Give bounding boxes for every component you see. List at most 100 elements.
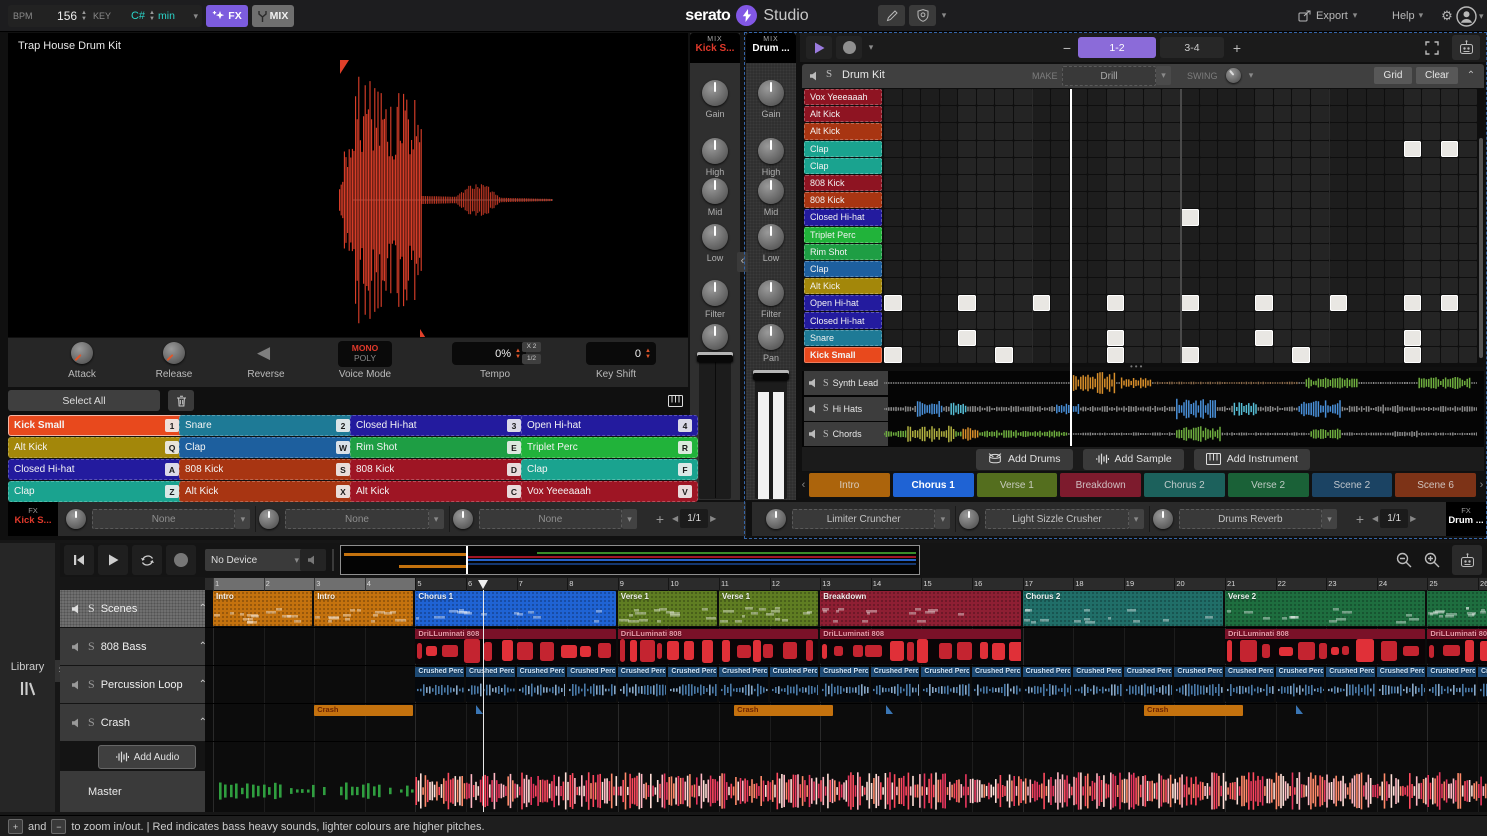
step-13-24[interactable] bbox=[1330, 312, 1348, 328]
step-14-20[interactable] bbox=[1255, 330, 1273, 346]
step-10-18[interactable] bbox=[1218, 261, 1236, 277]
step-4-31[interactable] bbox=[1459, 158, 1477, 174]
step-10-14[interactable] bbox=[1144, 261, 1162, 277]
step-2-12[interactable] bbox=[1107, 123, 1125, 139]
clip-perc-21[interactable]: Crushed Perc bbox=[1478, 667, 1487, 702]
fx-slot-caret[interactable]: ▾ bbox=[1129, 509, 1144, 529]
fx-knob-1[interactable] bbox=[766, 509, 786, 529]
step-5-28[interactable] bbox=[1404, 175, 1422, 191]
step-5-1[interactable] bbox=[903, 175, 921, 191]
step-0-3[interactable] bbox=[940, 89, 958, 105]
step-14-13[interactable] bbox=[1125, 330, 1143, 346]
step-7-6[interactable] bbox=[995, 209, 1013, 225]
step-11-6[interactable] bbox=[995, 278, 1013, 294]
step-9-3[interactable] bbox=[940, 244, 958, 260]
crash-fade-marker-2[interactable] bbox=[1296, 705, 1303, 714]
step-1-17[interactable] bbox=[1200, 106, 1218, 122]
timeline-ruler[interactable]: 1234567891011121314151617181920212223242… bbox=[205, 578, 1487, 590]
step-8-11[interactable] bbox=[1088, 227, 1106, 243]
step-4-17[interactable] bbox=[1200, 158, 1218, 174]
step-5-24[interactable] bbox=[1330, 175, 1348, 191]
pad-triplet-perc-R[interactable]: Triplet PercR bbox=[521, 437, 698, 458]
step-0-13[interactable] bbox=[1125, 89, 1143, 105]
seq-row-label-vox-yeeeaaah-0[interactable]: Vox Yeeeaaah bbox=[804, 89, 882, 105]
step-3-27[interactable] bbox=[1385, 141, 1403, 157]
tempo-value[interactable]: 0% bbox=[495, 348, 511, 360]
song-overview-minimap[interactable] bbox=[340, 545, 920, 575]
step-7-20[interactable] bbox=[1255, 209, 1273, 225]
step-13-27[interactable] bbox=[1385, 312, 1403, 328]
step-5-29[interactable] bbox=[1422, 175, 1440, 191]
step-11-5[interactable] bbox=[977, 278, 995, 294]
step-10-7[interactable] bbox=[1014, 261, 1032, 277]
add-instrument-button[interactable]: Add Instrument bbox=[1194, 449, 1310, 470]
attack-knob[interactable] bbox=[71, 342, 93, 364]
clip-scene-breakdown-5[interactable]: Breakdown bbox=[820, 591, 1020, 626]
assistant-button[interactable] bbox=[1452, 35, 1480, 60]
account-menu[interactable]: ▾ bbox=[1456, 4, 1486, 28]
pad-alt-kick-C[interactable]: Alt KickC bbox=[350, 481, 527, 502]
drumkit-solo-button[interactable]: S bbox=[826, 68, 832, 80]
step-13-1[interactable] bbox=[903, 312, 921, 328]
export-menu[interactable]: Export▾ bbox=[1298, 0, 1386, 31]
step-7-31[interactable] bbox=[1459, 209, 1477, 225]
step-0-22[interactable] bbox=[1292, 89, 1310, 105]
step-8-16[interactable] bbox=[1181, 227, 1199, 243]
seq-row-label-triplet-perc-8[interactable]: Triplet Perc bbox=[804, 227, 882, 243]
step-0-1[interactable] bbox=[903, 89, 921, 105]
track-header-percussion-loop[interactable]: SPercussion Loop⌃ bbox=[60, 666, 217, 703]
step-12-12[interactable] bbox=[1107, 295, 1125, 311]
step-5-18[interactable] bbox=[1218, 175, 1236, 191]
step-9-21[interactable] bbox=[1274, 244, 1292, 260]
step-13-5[interactable] bbox=[977, 312, 995, 328]
step-15-23[interactable] bbox=[1311, 347, 1329, 363]
step-3-22[interactable] bbox=[1292, 141, 1310, 157]
seq-row-label-closed-hi-hat-13[interactable]: Closed Hi-hat bbox=[804, 312, 882, 328]
step-6-23[interactable] bbox=[1311, 192, 1329, 208]
clip-perc-5[interactable]: Crushed Perc bbox=[668, 667, 717, 702]
library-panel[interactable]: Library bbox=[0, 543, 55, 812]
make-style-dropdown[interactable]: Drill bbox=[1062, 66, 1156, 86]
step-12-27[interactable] bbox=[1385, 295, 1403, 311]
step-13-17[interactable] bbox=[1200, 312, 1218, 328]
deck-waveform-chords[interactable] bbox=[884, 422, 1477, 446]
step-6-22[interactable] bbox=[1292, 192, 1310, 208]
drumkit-mute-button[interactable] bbox=[810, 71, 820, 81]
step-4-9[interactable] bbox=[1051, 158, 1069, 174]
step-7-28[interactable] bbox=[1404, 209, 1422, 225]
pattern-page-1-2[interactable]: 1-2 bbox=[1078, 37, 1156, 58]
select-all-button[interactable]: Select All bbox=[8, 390, 160, 411]
step-11-10[interactable] bbox=[1070, 278, 1088, 294]
step-12-3[interactable] bbox=[940, 295, 958, 311]
step-13-18[interactable] bbox=[1218, 312, 1236, 328]
step-7-10[interactable] bbox=[1070, 209, 1088, 225]
deck-waveform-hi-hats[interactable] bbox=[884, 397, 1477, 421]
step-13-26[interactable] bbox=[1367, 312, 1385, 328]
step-10-9[interactable] bbox=[1051, 261, 1069, 277]
fx-slot-caret[interactable]: ▾ bbox=[622, 509, 637, 529]
step-11-11[interactable] bbox=[1088, 278, 1106, 294]
step-4-21[interactable] bbox=[1274, 158, 1292, 174]
step-14-26[interactable] bbox=[1367, 330, 1385, 346]
clip-perc-12[interactable]: Crushed Perc bbox=[1023, 667, 1072, 702]
step-12-18[interactable] bbox=[1218, 295, 1236, 311]
step-6-28[interactable] bbox=[1404, 192, 1422, 208]
step-2-7[interactable] bbox=[1014, 123, 1032, 139]
grid-button[interactable]: Grid bbox=[1374, 67, 1412, 84]
step-14-28[interactable] bbox=[1404, 330, 1422, 346]
clip-scene-partial-8[interactable] bbox=[1427, 591, 1487, 626]
step-3-10[interactable] bbox=[1070, 141, 1088, 157]
step-7-27[interactable] bbox=[1385, 209, 1403, 225]
fx-knob-3[interactable] bbox=[453, 509, 473, 529]
step-12-7[interactable] bbox=[1014, 295, 1032, 311]
step-7-0[interactable] bbox=[884, 209, 902, 225]
seq-row-label-alt-kick-11[interactable]: Alt Kick bbox=[804, 278, 882, 294]
seq-row-label-alt-kick-1[interactable]: Alt Kick bbox=[804, 106, 882, 122]
step-3-9[interactable] bbox=[1051, 141, 1069, 157]
step-8-24[interactable] bbox=[1330, 227, 1348, 243]
step-15-16[interactable] bbox=[1181, 347, 1199, 363]
step-6-19[interactable] bbox=[1237, 192, 1255, 208]
step-6-4[interactable] bbox=[958, 192, 976, 208]
step-2-16[interactable] bbox=[1181, 123, 1199, 139]
step-12-22[interactable] bbox=[1292, 295, 1310, 311]
